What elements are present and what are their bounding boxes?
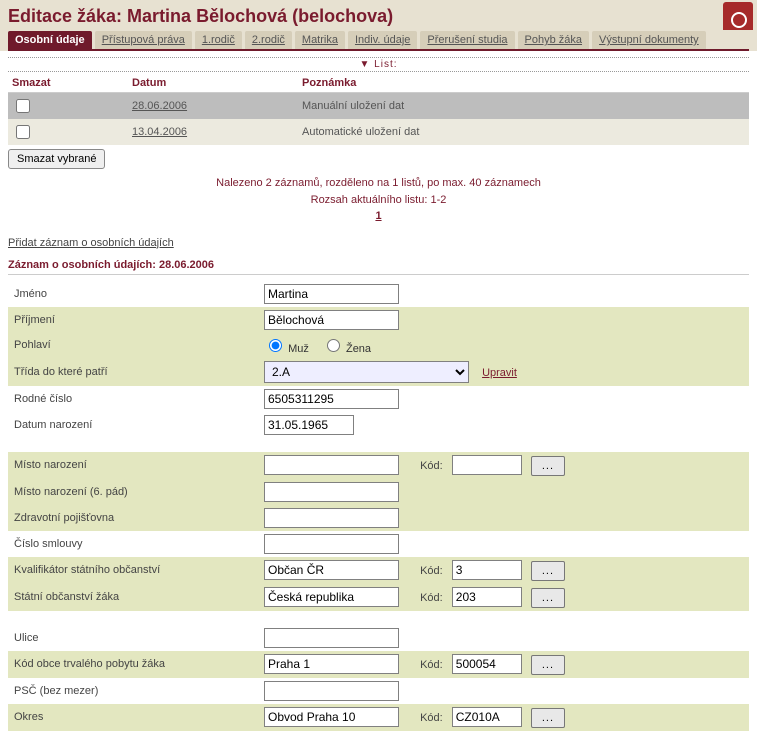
gender-female-option[interactable]: Žena	[322, 343, 371, 355]
row-note: Automatické uložení dat	[298, 119, 749, 145]
col-date: Datum	[128, 74, 298, 93]
page-title: Editace žáka: Martina Bělochová (belocho…	[8, 6, 749, 27]
contract-input[interactable]	[264, 534, 399, 554]
birthplace-browse-button[interactable]: ...	[531, 456, 565, 476]
gender-male-radio[interactable]	[269, 339, 282, 352]
records-table: Smazat Datum Poznámka 28.06.2006 Manuální…	[8, 74, 749, 145]
firstname-input[interactable]	[264, 284, 399, 304]
district-code-input[interactable]	[452, 707, 522, 727]
muni-code-input[interactable]	[452, 654, 522, 674]
tab-matrika[interactable]: Matrika	[295, 31, 345, 49]
citizenship-label: Státní občanství žáka	[8, 584, 258, 611]
code-label: Kód:	[402, 592, 449, 604]
header-app-icon	[723, 2, 753, 30]
table-row: 13.04.2006 Automatické uložení dat	[8, 119, 749, 145]
tab-osobn-daje[interactable]: Osobní údaje	[8, 31, 92, 49]
district-input[interactable]	[264, 707, 399, 727]
pager-current-page[interactable]: 1	[375, 210, 381, 222]
birthplace-label: Místo narození	[8, 452, 258, 479]
birthdate-label: Datum narození	[8, 412, 258, 438]
contract-label: Číslo smlouvy	[8, 531, 258, 557]
citizenship-q-code-input[interactable]	[452, 560, 522, 580]
col-note: Poznámka	[298, 74, 749, 93]
rc-label: Rodné číslo	[8, 386, 258, 412]
citizenship-q-label: Kvalifikátor státního občanství	[8, 557, 258, 584]
tab-2-rodi-[interactable]: 2.rodič	[245, 31, 292, 49]
tab-bar: Osobní údajePřístupová práva1.rodič2.rod…	[8, 31, 749, 51]
code-label: Kód:	[402, 460, 449, 472]
muni-browse-button[interactable]: ...	[531, 655, 565, 675]
gender-male-option[interactable]: Muž	[264, 343, 309, 355]
row-date-link[interactable]: 28.06.2006	[132, 100, 187, 112]
insurance-input[interactable]	[264, 508, 399, 528]
citizenship-q-browse-button[interactable]: ...	[531, 561, 565, 581]
pager-line1: Nalezeno 2 záznamů, rozděleno na 1 listů…	[216, 177, 541, 189]
lastname-label: Příjmení	[8, 307, 258, 333]
citizenship-input[interactable]	[264, 587, 399, 607]
lastname-input[interactable]	[264, 310, 399, 330]
citizenship-browse-button[interactable]: ...	[531, 588, 565, 608]
district-label: Okres	[8, 704, 258, 731]
muni-input[interactable]	[264, 654, 399, 674]
gender-female-radio[interactable]	[327, 339, 340, 352]
section-title: Záznam o osobních údajích: 28.06.2006	[8, 259, 749, 275]
insurance-label: Zdravotní pojišťovna	[8, 505, 258, 531]
tab-1-rodi-[interactable]: 1.rodič	[195, 31, 242, 49]
row-date-link[interactable]: 13.04.2006	[132, 126, 187, 138]
birthplace-input[interactable]	[264, 455, 399, 475]
tab-p-stupov-pr-va[interactable]: Přístupová práva	[95, 31, 192, 49]
add-record-link[interactable]: Přidat záznam o osobních údajích	[8, 237, 174, 249]
gender-label: Pohlaví	[8, 333, 258, 358]
delete-selected-button[interactable]: Smazat vybrané	[8, 149, 105, 169]
row-select-checkbox[interactable]	[16, 99, 30, 113]
birthdate-input[interactable]	[264, 415, 354, 435]
row-note: Manuální uložení dat	[298, 93, 749, 120]
citizenship-q-input[interactable]	[264, 560, 399, 580]
birthplace6-label: Místo narození (6. pád)	[8, 479, 258, 505]
code-label: Kód:	[402, 565, 449, 577]
pager-line2: Rozsah aktuálního listu: 1-2	[311, 194, 447, 206]
class-label: Třída do které patří	[8, 358, 258, 386]
col-delete: Smazat	[8, 74, 128, 93]
edit-form: Jméno Příjmení Pohlaví Muž Žena Třída do…	[8, 281, 749, 731]
class-select[interactable]: 2.A	[264, 361, 469, 383]
tab-indiv-daje[interactable]: Indiv. údaje	[348, 31, 417, 49]
class-edit-link[interactable]: Upravit	[482, 367, 517, 379]
pager-info: Nalezeno 2 záznamů, rozděleno na 1 listů…	[8, 175, 749, 225]
firstname-label: Jméno	[8, 281, 258, 307]
citizenship-code-input[interactable]	[452, 587, 522, 607]
rc-input[interactable]	[264, 389, 399, 409]
psc-input[interactable]	[264, 681, 399, 701]
muni-label: Kód obce trvalého pobytu žáka	[8, 651, 258, 678]
code-label: Kód:	[402, 712, 449, 724]
psc-label: PSČ (bez mezer)	[8, 678, 258, 704]
tab-v-stupn-dokumenty[interactable]: Výstupní dokumenty	[592, 31, 706, 49]
table-row: 28.06.2006 Manuální uložení dat	[8, 93, 749, 120]
row-select-checkbox[interactable]	[16, 125, 30, 139]
birthplace-code-input[interactable]	[452, 455, 522, 475]
code-label: Kód:	[402, 659, 449, 671]
list-band-label: ▼ List:	[8, 57, 749, 72]
tab-pohyb-ka[interactable]: Pohyb žáka	[518, 31, 589, 49]
district-browse-button[interactable]: ...	[531, 708, 565, 728]
tab-p-eru-en-studia[interactable]: Přerušení studia	[420, 31, 514, 49]
birthplace6-input[interactable]	[264, 482, 399, 502]
